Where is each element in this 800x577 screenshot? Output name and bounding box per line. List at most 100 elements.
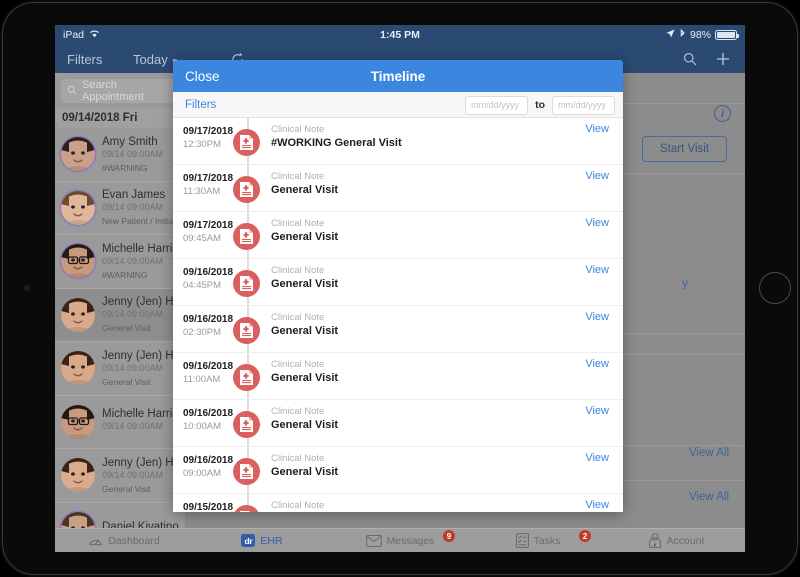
timeline-entry-kind: Clinical Note — [271, 406, 324, 417]
search-placeholder: Search Appointment — [82, 79, 173, 103]
nav-today-dropdown[interactable]: Today ▼ — [133, 45, 179, 73]
timeline-entry-time: 04:45PM — [183, 280, 221, 291]
appointment-row[interactable]: Michelle Harris 09/14 09:00AM — [55, 396, 185, 450]
appointment-list: Amy Smith 09/14 09:00AM #WARNING Evan Ja… — [55, 128, 185, 552]
search-icon[interactable] — [683, 45, 697, 73]
timeline-entry-label: General Visit — [271, 231, 338, 243]
timeline-entry-label: General Visit — [271, 278, 338, 290]
timeline-view-link[interactable]: View — [585, 405, 609, 417]
appointment-tag: #WARNING — [102, 270, 178, 280]
bluetooth-icon — [679, 29, 686, 42]
timeline-entry-kind: Clinical Note — [271, 218, 324, 229]
clinical-note-icon — [233, 411, 260, 438]
search-appointment-input[interactable]: Search Appointment — [61, 79, 179, 103]
timeline-view-link[interactable]: View — [585, 452, 609, 464]
timeline-entry-date: 09/15/2018 — [183, 502, 233, 512]
timeline-entry-label: General Visit — [271, 466, 338, 478]
modal-title: Timeline — [173, 60, 623, 92]
timeline-entry[interactable]: 09/15/2018 Clinical Note View — [173, 494, 623, 512]
appointment-row[interactable]: Amy Smith 09/14 09:00AM #WARNING — [55, 128, 185, 182]
dr-icon: dr — [241, 534, 255, 547]
date-from-input[interactable]: mm/dd/yyyy — [465, 96, 528, 115]
timeline-filters-link[interactable]: Filters — [185, 92, 216, 118]
timeline-view-link[interactable]: View — [585, 170, 609, 182]
appointment-info: Amy Smith 09/14 09:00AM #WARNING — [102, 136, 163, 173]
clinical-note-icon — [233, 505, 260, 512]
appointment-info: Jenny (Jen) Ha 09/14 09:00AM General Vis… — [102, 350, 180, 387]
appointment-tag: General Visit — [102, 323, 180, 333]
appointment-row[interactable]: Jenny (Jen) Ha 09/14 09:00AM General Vis… — [55, 449, 185, 503]
timeline-view-link[interactable]: View — [585, 358, 609, 370]
clinical-note-icon — [233, 317, 260, 344]
start-visit-button[interactable]: Start Visit — [642, 136, 727, 162]
appointment-patient-name: Jenny (Jen) Ha — [102, 296, 180, 308]
timeline-entry-time: 10:00AM — [183, 421, 221, 432]
timeline-view-link[interactable]: View — [585, 311, 609, 323]
timeline-entry-time: 09:00AM — [183, 468, 221, 479]
appointment-time: 09/14 09:00AM — [102, 256, 178, 266]
avatar — [61, 298, 95, 332]
tab-ehr[interactable]: dr EHR — [193, 529, 331, 552]
timeline-entry-time: 12:30PM — [183, 139, 221, 150]
screen: iPad 1:45 PM 98% — [55, 25, 745, 552]
status-bar-clock: 1:45 PM — [55, 29, 745, 41]
clinical-note-icon — [233, 364, 260, 391]
timeline-entry-label: General Visit — [271, 372, 338, 384]
appointment-tag: #WARNING — [102, 163, 163, 173]
timeline-entry-kind: Clinical Note — [271, 171, 324, 182]
tab-label: EHR — [260, 535, 282, 547]
timeline-entry[interactable]: 09/16/2018 11:00AM Clinical Note General… — [173, 353, 623, 400]
timeline-entry-date: 09/17/2018 — [183, 173, 233, 184]
timeline-view-link[interactable]: View — [585, 499, 609, 511]
status-bar: iPad 1:45 PM 98% — [55, 25, 745, 45]
avatar — [61, 137, 95, 171]
appointment-tag: General Visit — [102, 377, 180, 387]
appointment-row[interactable]: Jenny (Jen) Ha 09/14 09:00AM General Vis… — [55, 289, 185, 343]
tab-account[interactable]: Account — [607, 529, 745, 552]
bottom-tab-bar: Dashboard dr EHR Messages9 Tasks2 Account — [55, 528, 745, 552]
plus-icon[interactable] — [715, 45, 731, 73]
appointment-row[interactable]: Michelle Harris 09/14 09:00AM #WARNING — [55, 235, 185, 289]
home-button[interactable] — [759, 272, 791, 304]
appointment-row[interactable]: Jenny (Jen) Ha 09/14 09:00AM General Vis… — [55, 342, 185, 396]
appointment-info: Michelle Harris 09/14 09:00AM #WARNING — [102, 243, 178, 280]
tab-badge: 2 — [579, 530, 591, 542]
view-all-link[interactable]: View All — [689, 447, 729, 459]
tab-tasks[interactable]: Tasks2 — [469, 529, 607, 552]
timeline-entry-date: 09/16/2018 — [183, 361, 233, 372]
appointment-info: Jenny (Jen) Ha 09/14 09:00AM General Vis… — [102, 296, 180, 333]
timeline-entry[interactable]: 09/17/2018 09:45AM Clinical Note General… — [173, 212, 623, 259]
timeline-entry-time: 02:30PM — [183, 327, 221, 338]
nav-filters-button[interactable]: Filters — [67, 45, 102, 73]
timeline-entry-date: 09/16/2018 — [183, 267, 233, 278]
timeline-entry-date: 09/16/2018 — [183, 455, 233, 466]
tab-badge: 9 — [443, 530, 455, 542]
timeline-entry-kind: Clinical Note — [271, 453, 324, 464]
timeline-entry[interactable]: 09/16/2018 04:45PM Clinical Note General… — [173, 259, 623, 306]
appointment-time: 09/14 09:00AM — [102, 470, 180, 480]
timeline-entry-date: 09/16/2018 — [183, 408, 233, 419]
timeline-view-link[interactable]: View — [585, 123, 609, 135]
timeline-entry[interactable]: 09/16/2018 10:00AM Clinical Note General… — [173, 400, 623, 447]
ipad-device: iPad 1:45 PM 98% — [0, 0, 800, 577]
view-all-link[interactable]: View All — [689, 491, 729, 503]
appointment-tag: New Patient / Initial — [102, 216, 175, 226]
timeline-entry[interactable]: 09/17/2018 11:30AM Clinical Note General… — [173, 165, 623, 212]
timeline-entry[interactable]: 09/16/2018 09:00AM Clinical Note General… — [173, 447, 623, 494]
date-range-controls: mm/dd/yyyy to mm/dd/yyyy — [465, 92, 615, 118]
timeline-entry[interactable]: 09/16/2018 02:30PM Clinical Note General… — [173, 306, 623, 353]
tab-messages[interactable]: Messages9 — [331, 529, 469, 552]
appointment-patient-name: Michelle Harris — [102, 243, 178, 255]
appointment-row[interactable]: Evan James 09/14 09:00AM New Patient / I… — [55, 182, 185, 236]
tab-dashboard[interactable]: Dashboard — [55, 529, 193, 552]
timeline-list[interactable]: 09/17/2018 12:30PM Clinical Note #WORKIN… — [173, 118, 623, 512]
person-icon — [648, 533, 662, 548]
timeline-entry[interactable]: 09/17/2018 12:30PM Clinical Note #WORKIN… — [173, 118, 623, 165]
timeline-view-link[interactable]: View — [585, 264, 609, 276]
bg-link-fragment: y — [682, 276, 688, 290]
info-icon[interactable]: i — [714, 105, 731, 122]
battery-icon — [715, 30, 737, 40]
date-to-input[interactable]: mm/dd/yyyy — [552, 96, 615, 115]
timeline-view-link[interactable]: View — [585, 217, 609, 229]
clinical-note-icon — [233, 458, 260, 485]
